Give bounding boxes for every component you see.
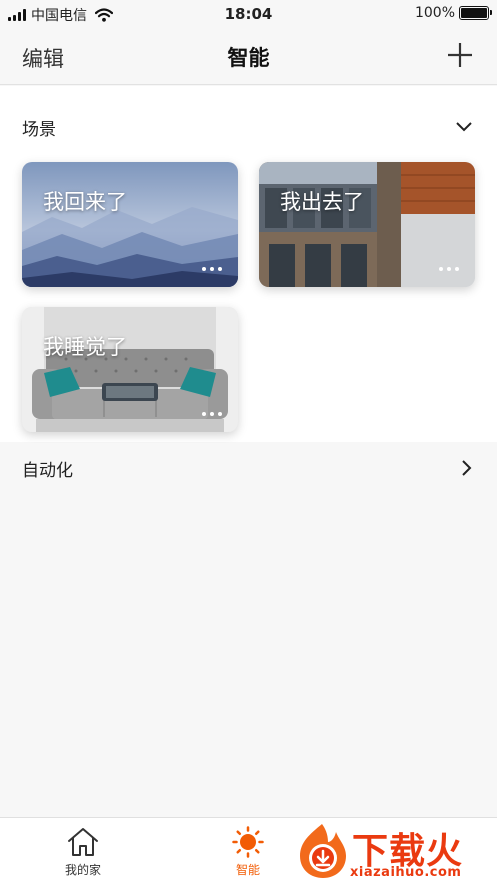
status-right: 100% xyxy=(414,5,492,21)
scene-card-label: 我睡觉了 xyxy=(43,335,127,359)
scene-section-header[interactable]: 场景 xyxy=(0,102,497,152)
page-title: 智能 xyxy=(227,46,270,70)
watermark-url: xiazaihuo.com xyxy=(350,865,462,880)
automation-section-title: 自动化 xyxy=(22,460,73,481)
watermark: 下载火 xiazaihuo.com xyxy=(292,818,497,883)
tab-label: 我的家 xyxy=(64,863,101,877)
more-dots-icon[interactable] xyxy=(202,267,222,271)
tab-label: 智能 xyxy=(235,863,260,877)
automation-section-header[interactable]: 自动化 xyxy=(0,443,497,493)
chevron-down-icon xyxy=(456,122,472,132)
battery-percentage: 100% xyxy=(414,5,455,21)
chevron-right-icon xyxy=(462,460,472,476)
status-bar: 中国电信 18:04 100% xyxy=(0,0,497,28)
scene-card-going-out[interactable]: 我出去了 xyxy=(259,162,475,287)
plus-icon[interactable] xyxy=(445,40,475,70)
more-dots-icon[interactable] xyxy=(202,412,222,416)
tab-smart[interactable]: 智能 xyxy=(208,826,288,878)
scene-card-label: 我回来了 xyxy=(43,190,127,214)
battery-icon xyxy=(459,6,492,20)
scene-card-label: 我出去了 xyxy=(280,190,364,214)
home-icon xyxy=(68,828,98,856)
scene-card-sleeping[interactable]: 我睡觉了 xyxy=(22,307,238,432)
tab-my-home[interactable]: 我的家 xyxy=(43,826,123,878)
sun-icon xyxy=(232,826,264,858)
scene-card-coming-home[interactable]: 我回来了 xyxy=(22,162,238,287)
more-dots-icon[interactable] xyxy=(439,267,459,271)
scene-section-title: 场景 xyxy=(22,119,56,140)
nav-bar: 编辑 智能 xyxy=(0,28,497,85)
fire-logo-icon xyxy=(300,824,346,878)
scene-panel: 场景 我回来了 我出去了 我睡觉了 xyxy=(0,86,497,442)
